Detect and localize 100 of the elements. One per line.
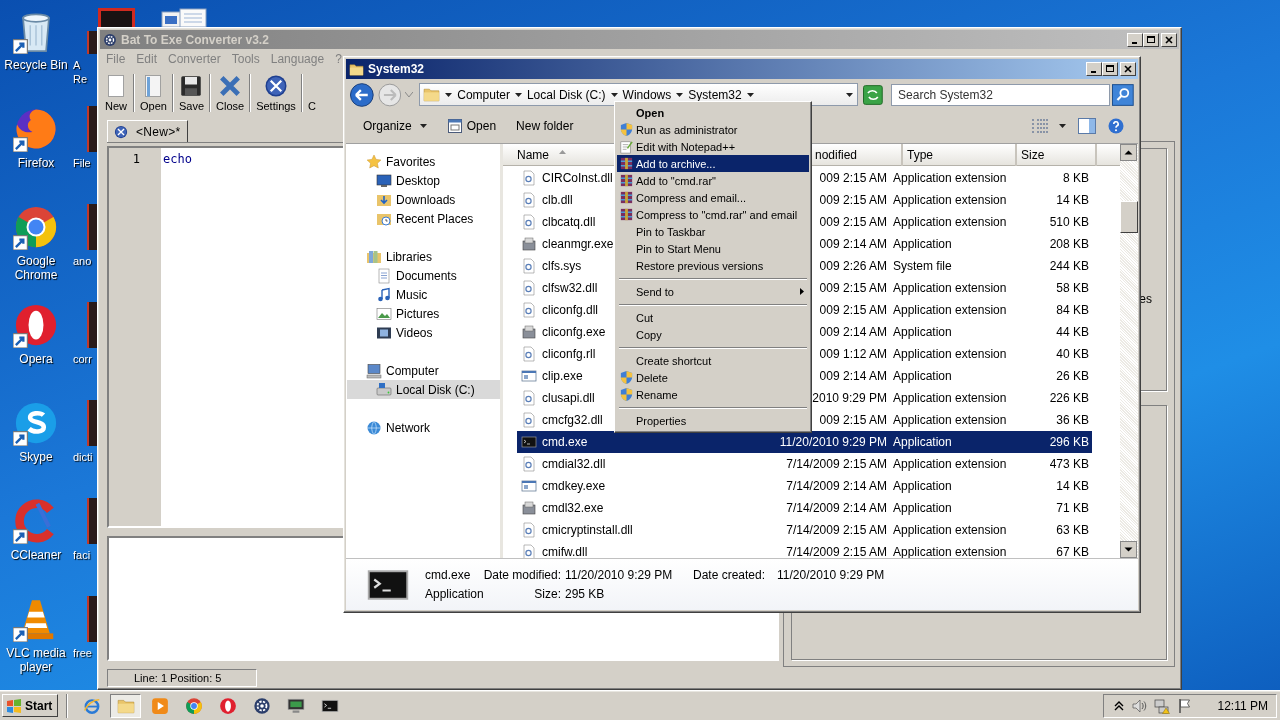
file-name: cmd.exe [425,568,472,582]
nav-item[interactable]: Recent Places [347,209,500,228]
search-field[interactable]: Search System32 [891,83,1111,106]
start-button[interactable]: Start [2,694,59,717]
speaker-icon[interactable] [1130,697,1147,714]
toolbar-button[interactable]: Settings [254,71,298,115]
desktop-icon-label[interactable]: Firefox [1,156,71,170]
round-logo-icon[interactable] [13,204,59,250]
network-warning-icon[interactable] [1153,697,1170,714]
scrollbar[interactable] [1120,144,1138,558]
close-button[interactable] [1122,63,1134,75]
drive-icon [376,381,392,398]
command-button[interactable]: New folder [511,115,579,136]
desktop-icon-label[interactable]: CCleaner [1,548,71,562]
document-tab[interactable]: <New>* [107,120,188,142]
file-type: Application extension [893,457,1007,471]
toolbar-button[interactable]: New [102,71,130,115]
app-icon[interactable] [87,302,97,348]
preview-pane-icon[interactable] [1078,117,1096,134]
toolbar-button[interactable]: Open [138,71,169,115]
desktop-icon-label[interactable]: faci [73,548,95,562]
command-button[interactable]: Open [441,114,502,137]
program-icon [521,500,537,516]
desktop-icon-label[interactable]: dicti [73,450,95,464]
nav-item[interactable]: Computer [347,361,500,380]
desktop-icon-label[interactable]: A Re [73,58,95,86]
nav-item[interactable]: Network [347,418,500,437]
file-name: cmifw.dll [542,545,588,558]
menu-item[interactable]: Rename [617,386,809,403]
toolbar-button[interactable]: Close [214,71,247,115]
o-logo-icon[interactable] [13,302,59,348]
app-icon[interactable] [98,8,135,27]
clock[interactable]: 12:11 PM [1217,698,1268,713]
menu-item[interactable]: Add to archive... [617,155,809,172]
document-icon[interactable] [160,8,208,27]
desktop-icon-label[interactable]: Recycle Bin [1,58,71,72]
column-header[interactable]: Type [903,144,1017,166]
program-icon [521,324,537,340]
file-type: Application extension [893,545,1007,558]
app-icon[interactable] [87,106,97,152]
maximize-button[interactable] [1104,63,1116,75]
desktop-icon-label[interactable]: corr [73,352,95,366]
window-icon [521,368,537,384]
nav-item[interactable]: Favorites [347,152,500,171]
menu-item[interactable]: Send to [617,283,809,300]
toolbar-button[interactable]: C [305,71,318,115]
app-icon[interactable] [87,498,97,544]
menu-item[interactable]: Copy [617,326,809,343]
nav-item[interactable]: Libraries [347,247,500,266]
nav-item[interactable]: Music [347,285,500,304]
desktop-icon-label[interactable]: Skype [1,450,71,464]
nav-item[interactable]: Local Disk (C:) [347,380,500,399]
breadcrumb-item[interactable]: Local Disk (C:) [526,87,606,102]
file-name: cleanmgr.exe [542,237,614,251]
menu-item[interactable]: Pin to Start Menu [617,240,809,257]
menu-item[interactable]: Cut [617,309,809,326]
settings-icon [264,74,288,98]
menu-item[interactable]: Add to "cmd.rar" [617,172,809,189]
app-icon[interactable] [87,204,97,250]
nav-item[interactable]: Downloads [347,190,500,209]
menu-item[interactable]: Delete [617,369,809,386]
nav-item[interactable]: Videos [347,323,500,342]
menu-item[interactable]: Properties [617,412,809,429]
desktop-icon-label[interactable]: File [73,156,95,170]
desktop-icon-label[interactable]: Opera [1,352,71,366]
toolbar-button[interactable]: Save [176,71,206,115]
chevron-icon[interactable] [1113,700,1124,711]
flag-icon[interactable] [1176,697,1193,714]
breadcrumb-item[interactable]: Computer [457,87,510,102]
date-modified: 2010 9:29 PM [812,391,887,405]
menu-item[interactable]: Compress to "cmd.rar" and email [617,206,809,223]
nav-item[interactable]: Documents [347,266,500,285]
menu-item[interactable]: Restore previous versions [617,257,809,274]
nav-item[interactable]: Desktop [347,171,500,190]
refresh-button[interactable] [863,84,884,105]
app-icon[interactable] [87,596,97,642]
scroll-thumb[interactable] [1120,201,1138,233]
desktop-icon-label[interactable]: ano [73,254,95,268]
menu-item[interactable]: Pin to Taskbar [617,223,809,240]
desktop-icon-label[interactable]: VLC media player [1,646,71,674]
menu-item[interactable]: Compress and email... [617,189,809,206]
breadcrumb-item[interactable]: System32 [688,87,742,102]
app-icon[interactable] [87,31,97,54]
command-button[interactable]: Organize [358,115,432,136]
scroll-down-button[interactable] [1120,541,1137,558]
back-button[interactable] [350,82,374,107]
menu-item[interactable]: Open [617,104,809,121]
desktop-icon-label[interactable]: Google Chrome [1,254,71,282]
column-header[interactable]: Size [1017,144,1097,166]
nav-item[interactable]: Pictures [347,304,500,323]
desktop-icon-label[interactable]: free [73,646,95,660]
help-icon[interactable] [1108,117,1124,134]
menu-item[interactable]: Create shortcut [617,352,809,369]
breadcrumb-item[interactable]: Windows [622,87,672,102]
scroll-up-button[interactable] [1120,144,1137,161]
app-icon[interactable] [87,400,97,446]
s-logo-icon[interactable] [13,400,59,446]
menu-item[interactable]: Run as administrator [617,121,809,138]
search-button[interactable] [1112,83,1134,106]
fox-logo-icon[interactable] [13,106,59,152]
